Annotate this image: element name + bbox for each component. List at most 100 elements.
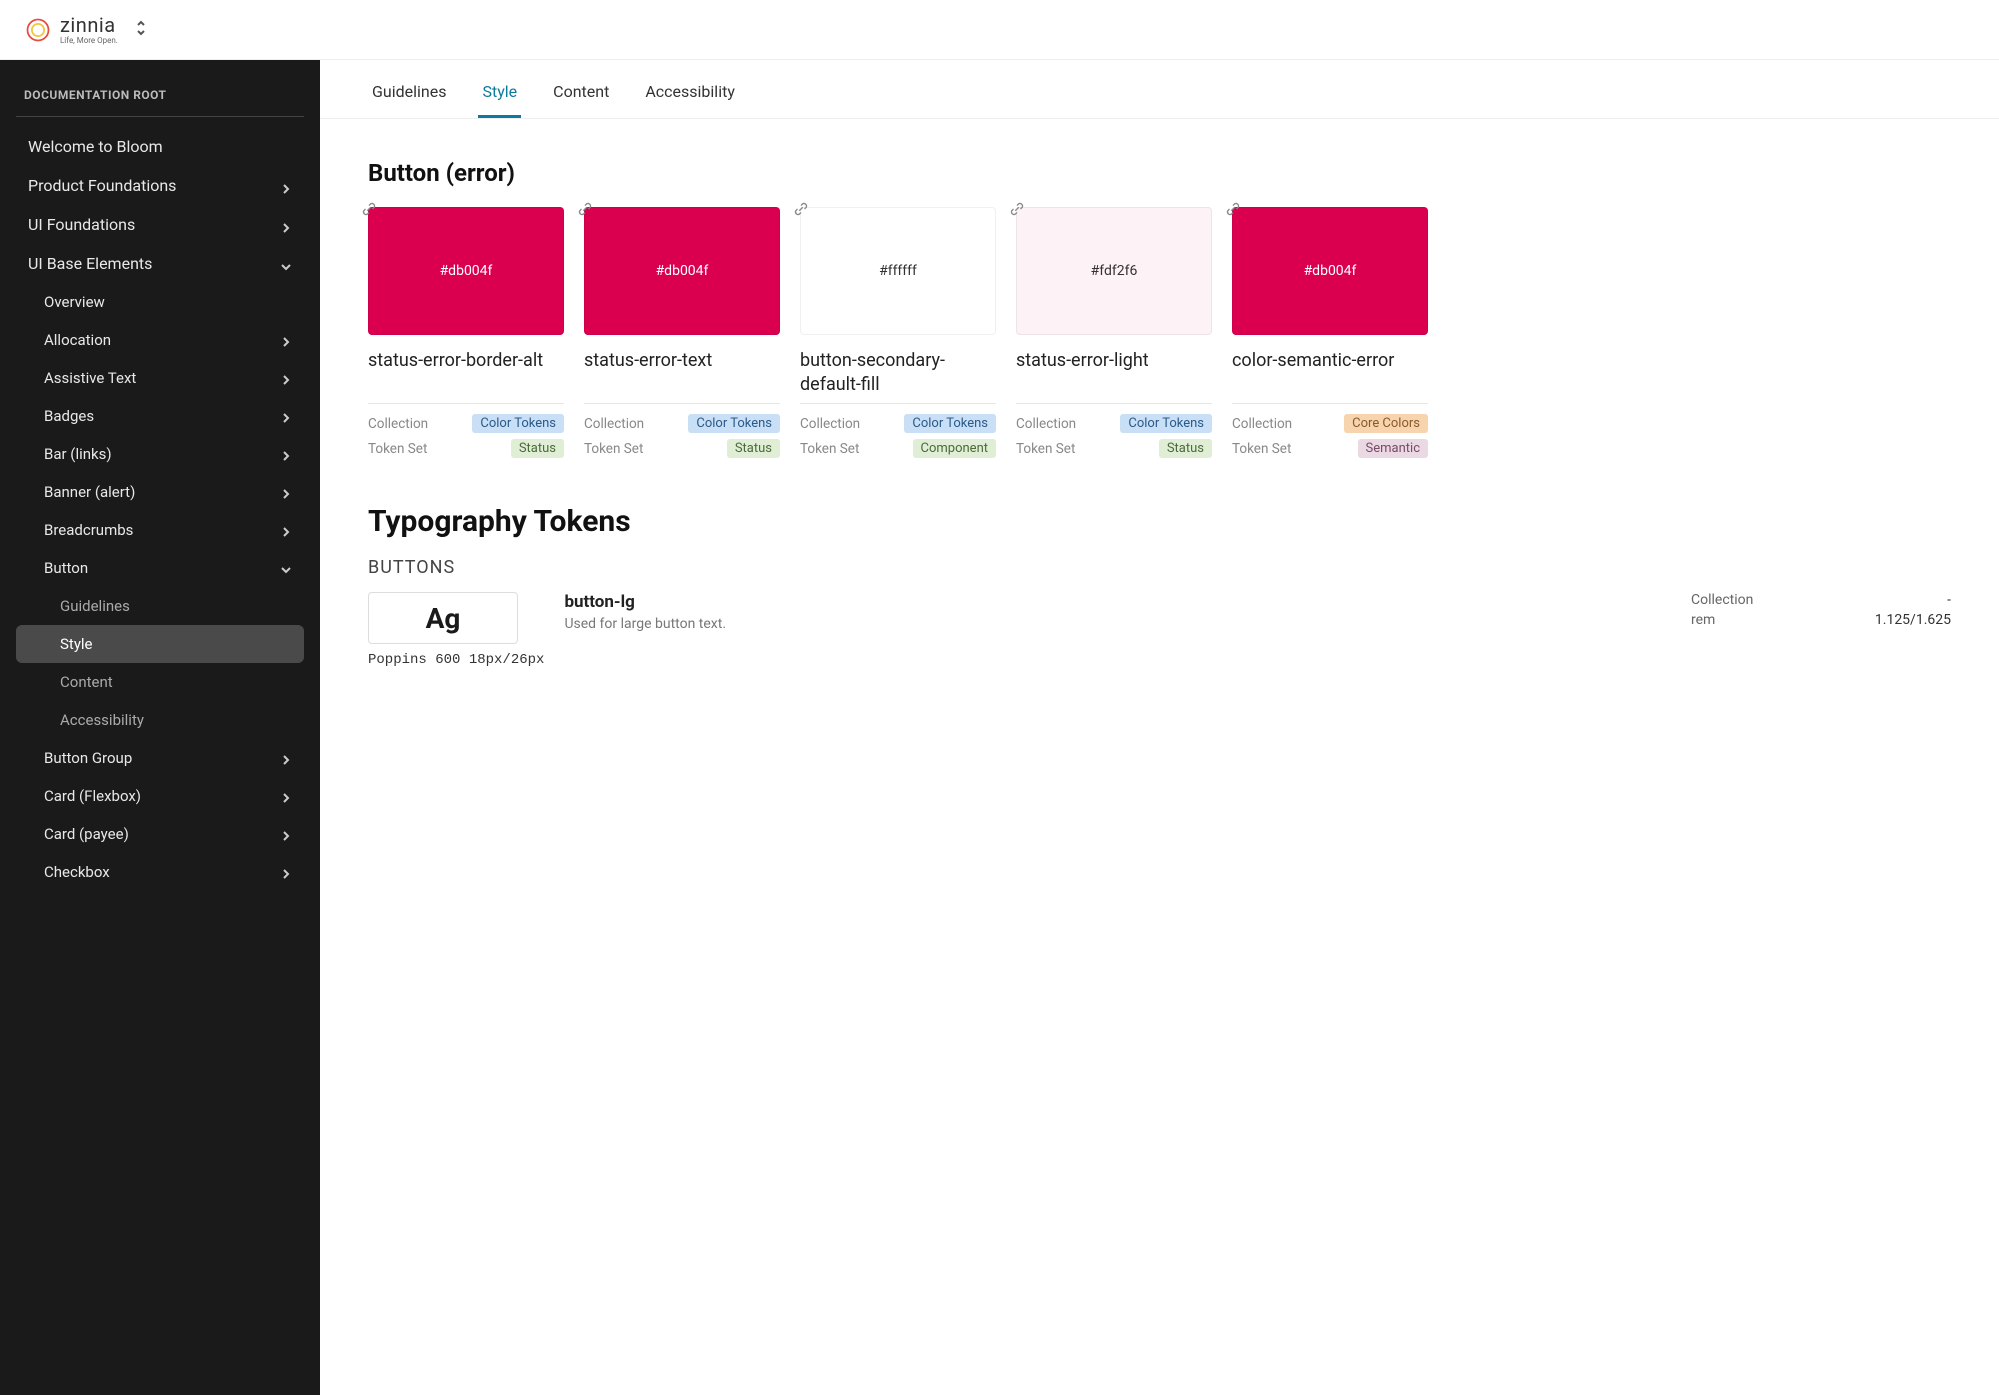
nav-item-guidelines[interactable]: Guidelines	[16, 587, 304, 625]
color-swatch[interactable]: #ffffff	[800, 207, 996, 335]
link-icon[interactable]	[1010, 201, 1024, 220]
typography-desc: Used for large button text.	[564, 616, 1671, 632]
link-icon[interactable]	[578, 201, 592, 220]
nav-item-label: Button Group	[44, 749, 132, 767]
typography-spec: Poppins 600 18px/26px	[368, 652, 544, 668]
nav-item-checkbox[interactable]: Checkbox	[16, 853, 304, 891]
nav-item-bar-links-[interactable]: Bar (links)	[16, 435, 304, 473]
color-swatch[interactable]: #db004f	[1232, 207, 1428, 335]
nav-item-label: Card (Flexbox)	[44, 787, 141, 805]
nav-item-style[interactable]: Style	[16, 625, 304, 663]
nav-item-label: Welcome to Bloom	[28, 137, 163, 156]
tokenset-badge: Status	[511, 439, 564, 458]
logo-icon	[24, 16, 52, 44]
nav-item-button[interactable]: Button	[16, 549, 304, 587]
chevron-right-icon	[280, 790, 292, 802]
nav-item-label: Style	[60, 635, 93, 653]
nav-item-label: UI Foundations	[28, 215, 135, 234]
nav-item-welcome-to-bloom[interactable]: Welcome to Bloom	[16, 127, 304, 166]
nav-item-accessibility[interactable]: Accessibility	[16, 701, 304, 739]
nav-item-banner-alert-[interactable]: Banner (alert)	[16, 473, 304, 511]
token-name: status-error-text	[584, 349, 780, 399]
tab-guidelines[interactable]: Guidelines	[368, 76, 450, 118]
token-meta: CollectionColor TokensToken SetStatus	[368, 403, 564, 458]
tokenset-badge: Semantic	[1358, 439, 1428, 458]
nav-item-label: Guidelines	[60, 597, 130, 615]
meta-label-tokenset: Token Set	[1016, 441, 1075, 457]
token-meta: CollectionColor TokensToken SetComponent	[800, 403, 996, 458]
token-name: status-error-border-alt	[368, 349, 564, 399]
color-swatch[interactable]: #fdf2f6	[1016, 207, 1212, 335]
meta-label-collection: Collection	[800, 416, 860, 432]
chevron-right-icon	[280, 334, 292, 346]
chevron-down-icon	[280, 258, 292, 270]
nav-item-label: Overview	[44, 293, 105, 311]
meta-label-collection: Collection	[1016, 416, 1076, 432]
nav-item-ui-base-elements[interactable]: UI Base Elements	[16, 244, 304, 283]
logo-brand: zinnia	[60, 15, 118, 35]
typography-row: Ag Poppins 600 18px/26px button-lg Used …	[368, 592, 1951, 668]
nav-item-allocation[interactable]: Allocation	[16, 321, 304, 359]
typography-sample: Ag	[368, 592, 518, 644]
sidebar-heading: DOCUMENTATION ROOT	[16, 80, 304, 117]
meta-label-collection: Collection	[584, 416, 644, 432]
link-icon[interactable]	[1226, 201, 1240, 220]
chevron-right-icon	[280, 524, 292, 536]
nav-item-assistive-text[interactable]: Assistive Text	[16, 359, 304, 397]
color-card: #db004fcolor-semantic-errorCollectionCor…	[1232, 207, 1428, 464]
link-icon[interactable]	[362, 201, 376, 220]
tabs: Guidelines Style Content Accessibility	[320, 60, 1999, 119]
typography-title: Typography Tokens	[368, 504, 1951, 539]
nav-item-overview[interactable]: Overview	[16, 283, 304, 321]
nav-item-label: UI Base Elements	[28, 254, 152, 273]
logo-tagline: Life, More Open.	[60, 37, 118, 45]
typography-meta: Collection - rem 1.125/1.625	[1691, 592, 1951, 632]
nav-item-label: Accessibility	[60, 711, 144, 729]
nav-item-breadcrumbs[interactable]: Breadcrumbs	[16, 511, 304, 549]
nav-item-label: Badges	[44, 407, 94, 425]
nav-item-label: Product Foundations	[28, 176, 176, 195]
chevron-right-icon	[280, 828, 292, 840]
section-title: Button (error)	[368, 159, 1951, 187]
tab-accessibility[interactable]: Accessibility	[641, 76, 739, 118]
nav-item-content[interactable]: Content	[16, 663, 304, 701]
chevron-down-icon	[280, 562, 292, 574]
typography-token-name: button-lg	[564, 592, 1671, 612]
nav-item-label: Content	[60, 673, 113, 691]
meta-label-collection: Collection	[1232, 416, 1292, 432]
tokenset-badge: Status	[1159, 439, 1212, 458]
nav-item-button-group[interactable]: Button Group	[16, 739, 304, 777]
token-name: color-semantic-error	[1232, 349, 1428, 399]
nav-item-card-flexbox-[interactable]: Card (Flexbox)	[16, 777, 304, 815]
nav-item-label: Allocation	[44, 331, 111, 349]
color-card: #db004f status-error-border-altCollection…	[368, 207, 564, 464]
nav-item-label: Breadcrumbs	[44, 521, 133, 539]
nav-item-label: Checkbox	[44, 863, 110, 881]
color-cards: #db004fstatus-error-border-altCollection…	[368, 207, 1951, 464]
nav-item-card-payee-[interactable]: Card (payee)	[16, 815, 304, 853]
header: zinnia Life, More Open.	[0, 0, 1999, 60]
color-swatch[interactable]: #db004f	[584, 207, 780, 335]
token-name: button-secondary-default-fill	[800, 349, 996, 399]
link-icon[interactable]	[794, 201, 808, 220]
typo-meta-rem-label: rem	[1691, 612, 1715, 628]
token-meta: CollectionColor TokensToken SetStatus	[584, 403, 780, 458]
nav-item-ui-foundations[interactable]: UI Foundations	[16, 205, 304, 244]
logo[interactable]: zinnia Life, More Open.	[24, 15, 118, 45]
meta-label-tokenset: Token Set	[1232, 441, 1291, 457]
chevron-right-icon	[280, 372, 292, 384]
token-meta: CollectionColor TokensToken SetStatus	[1016, 403, 1212, 458]
color-swatch[interactable]: #db004f	[368, 207, 564, 335]
collection-badge: Color Tokens	[472, 414, 564, 433]
selector-icon[interactable]	[134, 19, 148, 41]
nav-item-product-foundations[interactable]: Product Foundations	[16, 166, 304, 205]
main-content: Guidelines Style Content Accessibility Butt…	[320, 60, 1999, 1395]
typo-meta-collection-label: Collection	[1691, 592, 1753, 608]
typo-meta-collection-value: -	[1947, 592, 1951, 608]
tab-content[interactable]: Content	[549, 76, 613, 118]
nav-item-label: Banner (alert)	[44, 483, 135, 501]
nav-item-badges[interactable]: Badges	[16, 397, 304, 435]
color-card: #fdf2f6status-error-lightCollectionColor…	[1016, 207, 1212, 464]
sidebar: DOCUMENTATION ROOT Welcome to Bloom Produ…	[0, 60, 320, 1395]
tab-style[interactable]: Style	[478, 76, 521, 118]
